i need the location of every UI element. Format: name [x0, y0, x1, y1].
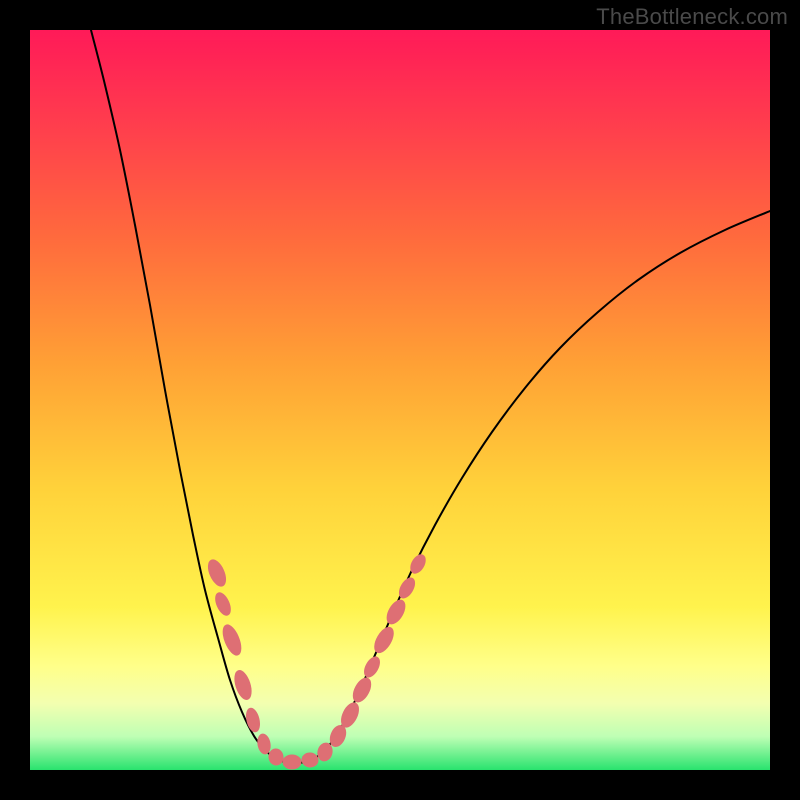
- data-marker: [371, 624, 397, 655]
- data-marker: [361, 654, 382, 679]
- data-marker: [350, 675, 375, 705]
- data-markers: [205, 552, 428, 769]
- chart-frame: TheBottleneck.com: [0, 0, 800, 800]
- data-marker: [220, 623, 245, 658]
- watermark-text: TheBottleneck.com: [596, 4, 788, 30]
- data-marker: [301, 752, 318, 768]
- data-marker: [268, 748, 283, 765]
- data-marker: [383, 597, 408, 627]
- data-marker: [283, 755, 301, 769]
- data-marker: [244, 707, 261, 733]
- curve-layer: [30, 30, 770, 770]
- data-marker: [213, 591, 234, 618]
- plot-area: [30, 30, 770, 770]
- bottleneck-curve: [91, 30, 770, 763]
- data-marker: [256, 733, 271, 755]
- data-marker: [205, 557, 229, 588]
